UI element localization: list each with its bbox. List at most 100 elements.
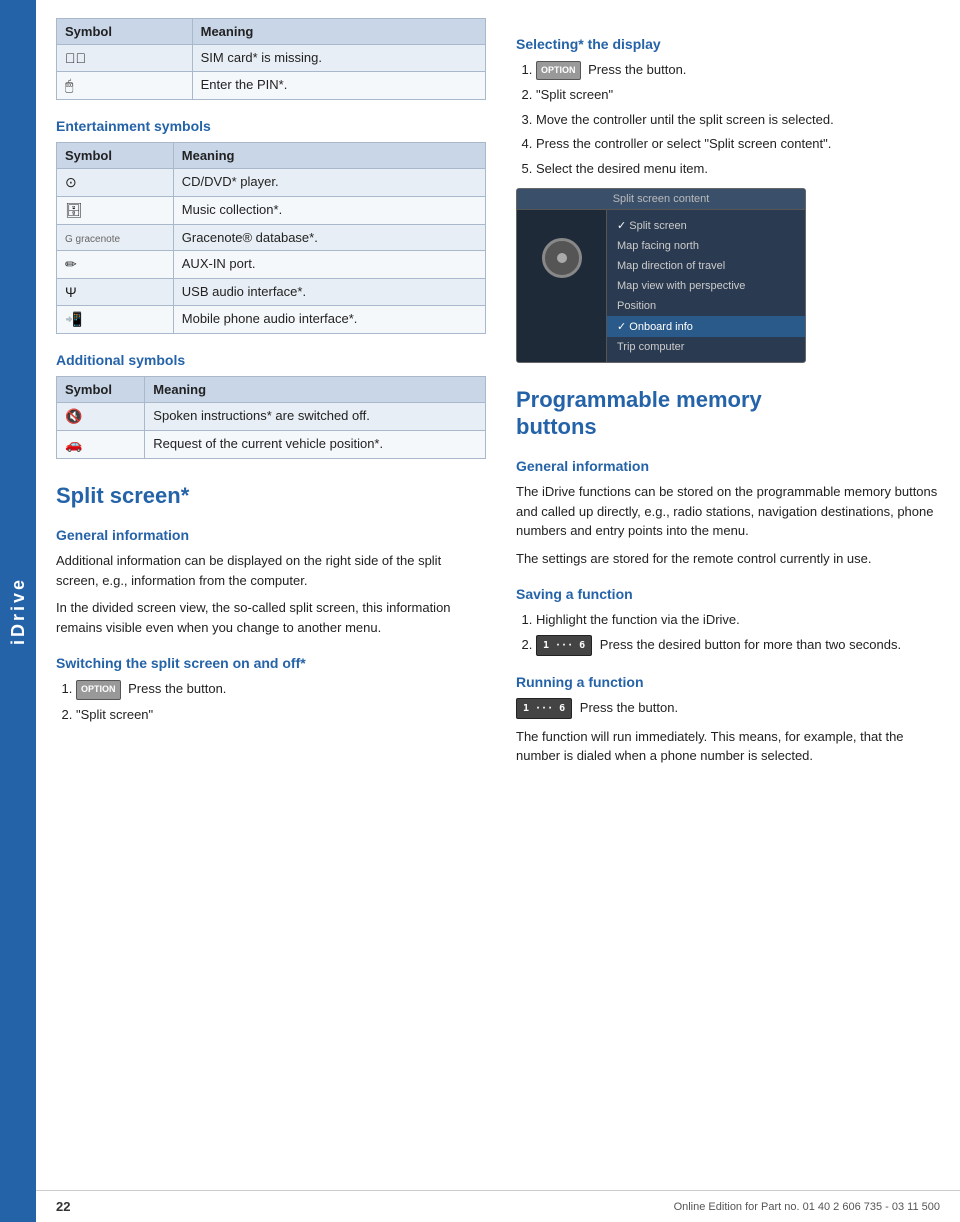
screenshot-item-onboard: ✓ Onboard info — [607, 316, 805, 337]
sim-symbol-2: 🖱 — [57, 72, 193, 100]
running-para: 1 ··· 6 Press the button. — [516, 698, 940, 719]
running-text-2: The function will run immediately. This … — [516, 727, 940, 766]
screenshot-item-map-perspective: Map view with perspective — [607, 276, 805, 296]
screenshot-item-map-north: Map facing north — [607, 236, 805, 256]
list-item: Press the controller or select "Split sc… — [536, 134, 940, 154]
split-general-info-para2: In the divided screen view, the so-calle… — [56, 598, 486, 637]
selecting-step-3-text: Move the controller until the split scre… — [536, 112, 834, 127]
add-symbol-2: 🚗 — [57, 431, 145, 459]
prog-general-info-heading: General information — [516, 458, 940, 474]
ent-col-symbol: Symbol — [57, 143, 174, 169]
switching-step-1-text: Press the button. — [128, 681, 226, 696]
footer-text: Online Edition for Part no. 01 40 2 606 … — [674, 1201, 940, 1213]
prog-general-info-para2: The settings are stored for the remote c… — [516, 549, 940, 569]
ent-meaning-6: Mobile phone audio interface*. — [173, 306, 485, 334]
split-screen-major-heading: Split screen* — [56, 483, 486, 509]
option-button-icon: OPTION — [76, 680, 121, 700]
ent-symbol-2: 🗄 — [57, 197, 174, 225]
screenshot-item-trip: Trip computer — [607, 337, 805, 357]
ent-symbol-3: G gracenote — [57, 225, 174, 251]
sim-meaning-1: SIM card* is missing. — [192, 45, 485, 72]
ent-meaning-3: Gracenote® database*. — [173, 225, 485, 251]
selecting-step-5-text: Select the desired menu item. — [536, 161, 708, 176]
screenshot-left-panel — [517, 210, 607, 362]
left-column: Symbol Meaning ⊘⃠ SIM card* is missing. … — [56, 18, 486, 774]
right-column: Selecting* the display OPTION Press the … — [516, 18, 940, 774]
ent-symbol-1: ⊙ — [57, 169, 174, 197]
option-btn-1: OPTION — [536, 61, 581, 81]
table-row: 🔇 Spoken instructions* are switched off. — [57, 403, 486, 431]
page-number: 22 — [56, 1199, 70, 1214]
ent-meaning-5: USB audio interface*. — [173, 279, 485, 306]
footer: 22 Online Edition for Part no. 01 40 2 6… — [36, 1190, 960, 1222]
list-item: "Split screen" — [76, 705, 486, 725]
running-text-1: Press the button. — [580, 700, 678, 715]
running-heading: Running a function — [516, 674, 940, 690]
add-col-meaning: Meaning — [145, 377, 486, 403]
entertainment-heading: Entertainment symbols — [56, 118, 486, 134]
additional-table: Symbol Meaning 🔇 Spoken instructions* ar… — [56, 376, 486, 459]
add-col-symbol: Symbol — [57, 377, 145, 403]
table-row: Ψ USB audio interface*. — [57, 279, 486, 306]
ent-symbol-6: 📲 — [57, 306, 174, 334]
screenshot-right-panel: Split screen Map facing north Map direct… — [607, 210, 805, 362]
entertainment-table: Symbol Meaning ⊙ CD/DVD* player. 🗄 Music… — [56, 142, 486, 334]
sim-table-col-meaning: Meaning — [192, 19, 485, 45]
saving-step-2-text: Press the desired button for more than t… — [600, 637, 901, 652]
table-row: ⊙ CD/DVD* player. — [57, 169, 486, 197]
saving-steps-list: Highlight the function via the iDrive. 1… — [536, 610, 940, 656]
split-general-info-para1: Additional information can be displayed … — [56, 551, 486, 590]
screenshot-item-split-screen: Split screen — [607, 215, 805, 236]
add-meaning-1: Spoken instructions* are switched off. — [145, 403, 486, 431]
add-meaning-2: Request of the current vehicle position*… — [145, 431, 486, 459]
screenshot-item-map-direction: Map direction of travel — [607, 256, 805, 276]
prog-general-info-para1: The iDrive functions can be stored on th… — [516, 482, 940, 541]
selecting-steps-list: OPTION Press the button. "Split screen" … — [536, 60, 940, 178]
switching-step-2-text: "Split screen" — [76, 707, 153, 722]
screenshot-body: Split screen Map facing north Map direct… — [517, 210, 805, 362]
ent-meaning-2: Music collection*. — [173, 197, 485, 225]
memory-btn-icon: 1 ··· 6 — [536, 635, 592, 656]
switching-steps-list: OPTION Press the button. "Split screen" — [76, 679, 486, 724]
sidebar-label: iDrive — [8, 577, 29, 645]
list-item: OPTION Press the button. — [76, 679, 486, 699]
selecting-step-4-text: Press the controller or select "Split sc… — [536, 136, 831, 151]
list-item: Move the controller until the split scre… — [536, 110, 940, 130]
table-row: G gracenote Gracenote® database*. — [57, 225, 486, 251]
screenshot-item-position: Position — [607, 296, 805, 316]
add-symbol-1: 🔇 — [57, 403, 145, 431]
table-row: ✏ AUX-IN port. — [57, 251, 486, 279]
table-row: ⊘⃠ SIM card* is missing. — [57, 45, 486, 72]
main-content: Symbol Meaning ⊘⃠ SIM card* is missing. … — [36, 0, 960, 814]
split-screen-screenshot: Split screen content Split screen Map fa… — [516, 188, 806, 363]
additional-heading: Additional symbols — [56, 352, 486, 368]
ent-meaning-4: AUX-IN port. — [173, 251, 485, 279]
split-general-info-heading: General information — [56, 527, 486, 543]
sim-symbol-1: ⊘⃠ — [57, 45, 193, 72]
ent-symbol-4: ✏ — [57, 251, 174, 279]
ent-meaning-1: CD/DVD* player. — [173, 169, 485, 197]
table-row: 🗄 Music collection*. — [57, 197, 486, 225]
sim-table-col-symbol: Symbol — [57, 19, 193, 45]
ent-col-meaning: Meaning — [173, 143, 485, 169]
selecting-step-1-text: Press the button. — [588, 62, 686, 77]
switching-heading: Switching the split screen on and off* — [56, 655, 486, 671]
saving-step-1-text: Highlight the function via the iDrive. — [536, 612, 740, 627]
running-memory-btn-icon: 1 ··· 6 — [516, 698, 572, 719]
table-row: 🖱 Enter the PIN*. — [57, 72, 486, 100]
saving-heading: Saving a function — [516, 586, 940, 602]
list-item: "Split screen" — [536, 85, 940, 105]
list-item: 1 ··· 6 Press the desired button for mor… — [536, 635, 940, 656]
selecting-step-2-text: "Split screen" — [536, 87, 613, 102]
list-item: OPTION Press the button. — [536, 60, 940, 80]
sim-table: Symbol Meaning ⊘⃠ SIM card* is missing. … — [56, 18, 486, 100]
list-item: Highlight the function via the iDrive. — [536, 610, 940, 630]
sidebar: iDrive — [0, 0, 36, 1222]
sim-meaning-2: Enter the PIN*. — [192, 72, 485, 100]
screenshot-title: Split screen content — [517, 189, 805, 210]
list-item: Select the desired menu item. — [536, 159, 940, 179]
table-row: 📲 Mobile phone audio interface*. — [57, 306, 486, 334]
table-row: 🚗 Request of the current vehicle positio… — [57, 431, 486, 459]
selecting-heading: Selecting* the display — [516, 36, 940, 52]
programmable-major-heading: Programmable memorybuttons — [516, 387, 940, 440]
